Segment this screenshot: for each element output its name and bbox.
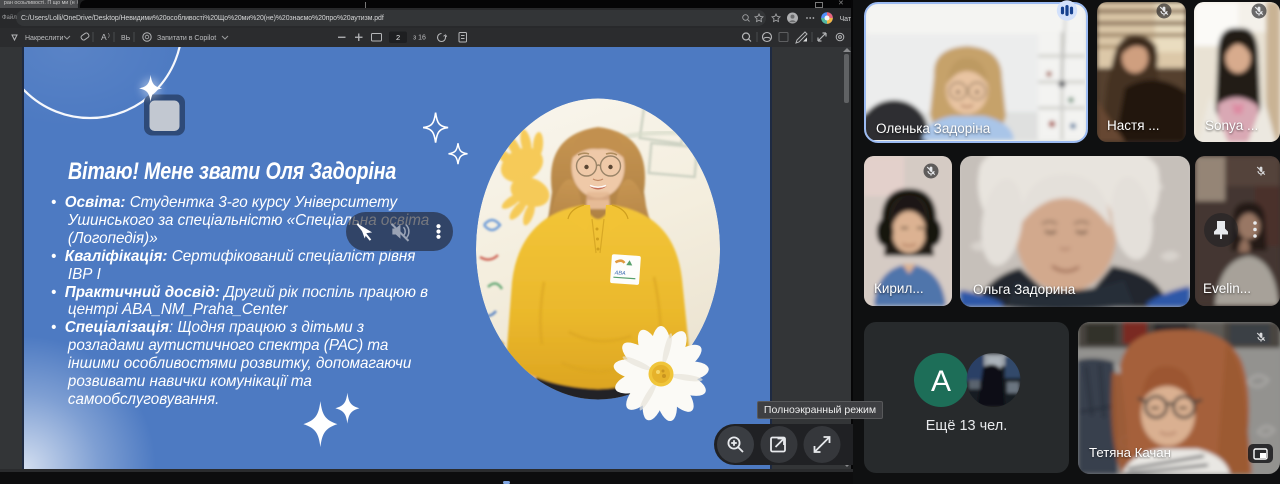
- svg-text:Запитати в Copilot: Запитати в Copilot: [157, 35, 216, 42]
- svg-text:з 16: з 16: [413, 35, 426, 42]
- svg-text:ВЬ: ВЬ: [121, 35, 131, 42]
- svg-text:): ): [108, 33, 110, 39]
- svg-text:A: A: [931, 365, 951, 398]
- svg-text:A: A: [101, 32, 107, 42]
- svg-text:ABA: ABA: [613, 270, 626, 277]
- svg-text:2: 2: [396, 33, 400, 42]
- svg-text:Накреслити: Накреслити: [25, 35, 63, 42]
